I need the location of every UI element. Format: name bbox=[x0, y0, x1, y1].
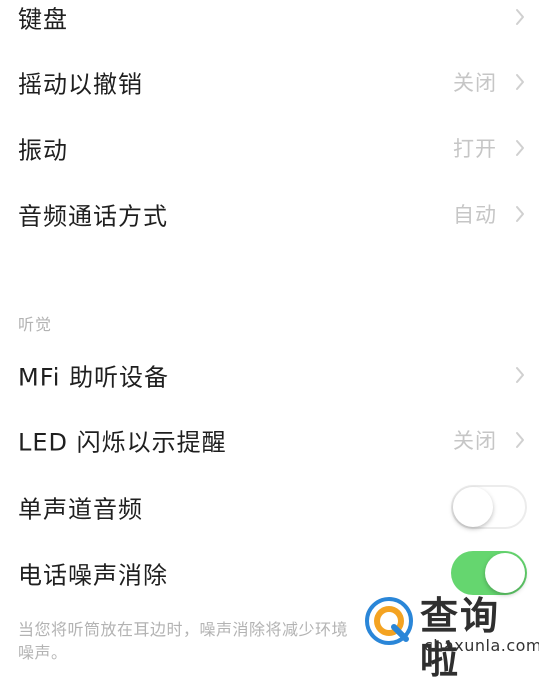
settings-row-label: 电话噪声消除 bbox=[18, 561, 168, 590]
settings-row-value: 打开 bbox=[453, 137, 497, 161]
settings-row-vibration[interactable]: 振动 打开 bbox=[0, 123, 539, 173]
site-watermark: 查询啦 chaxunla.com bbox=[360, 592, 539, 682]
settings-row-keyboard[interactable]: 键盘 bbox=[0, 0, 539, 42]
watermark-url: chaxunla.com bbox=[424, 636, 539, 655]
toggle-knob bbox=[453, 487, 493, 527]
chevron-right-icon bbox=[516, 74, 524, 90]
settings-row-label: LED 闪烁以示提醒 bbox=[18, 428, 227, 457]
settings-row-shake-to-undo[interactable]: 摇动以撤销 关闭 bbox=[0, 57, 539, 107]
toggle-knob bbox=[485, 553, 525, 593]
settings-row-label: 振动 bbox=[18, 136, 68, 165]
settings-row-label: 音频通话方式 bbox=[18, 202, 168, 231]
settings-row-value: 自动 bbox=[453, 203, 497, 227]
q-search-logo bbox=[365, 597, 413, 645]
chevron-right-icon bbox=[516, 9, 524, 25]
settings-row-label: 键盘 bbox=[18, 5, 68, 34]
section-header-hearing: 听觉 bbox=[18, 315, 53, 334]
noise-cancellation-toggle[interactable] bbox=[451, 551, 527, 595]
chevron-right-icon bbox=[516, 432, 524, 448]
settings-row-mono-audio: 单声道音频 bbox=[0, 482, 539, 532]
settings-row-led-flash-alerts[interactable]: LED 闪烁以示提醒 关闭 bbox=[0, 415, 539, 465]
settings-row-call-audio-routing[interactable]: 音频通话方式 自动 bbox=[0, 189, 539, 239]
settings-row-phone-noise-cancellation: 电话噪声消除 bbox=[0, 548, 539, 598]
settings-row-value: 关闭 bbox=[453, 71, 497, 95]
chevron-right-icon bbox=[516, 140, 524, 156]
settings-row-mfi-hearing-devices[interactable]: MFi 助听设备 bbox=[0, 350, 539, 400]
settings-row-label: MFi 助听设备 bbox=[18, 363, 170, 392]
settings-row-label: 单声道音频 bbox=[18, 495, 143, 524]
mono-audio-toggle[interactable] bbox=[451, 485, 527, 529]
chevron-right-icon bbox=[516, 367, 524, 383]
settings-row-label: 摇动以撤销 bbox=[18, 70, 143, 99]
settings-row-value: 关闭 bbox=[453, 429, 497, 453]
chevron-right-icon bbox=[516, 206, 524, 222]
noise-cancellation-footnote: 当您将听筒放在耳边时，噪声消除将减少环境噪声。 bbox=[18, 620, 349, 662]
